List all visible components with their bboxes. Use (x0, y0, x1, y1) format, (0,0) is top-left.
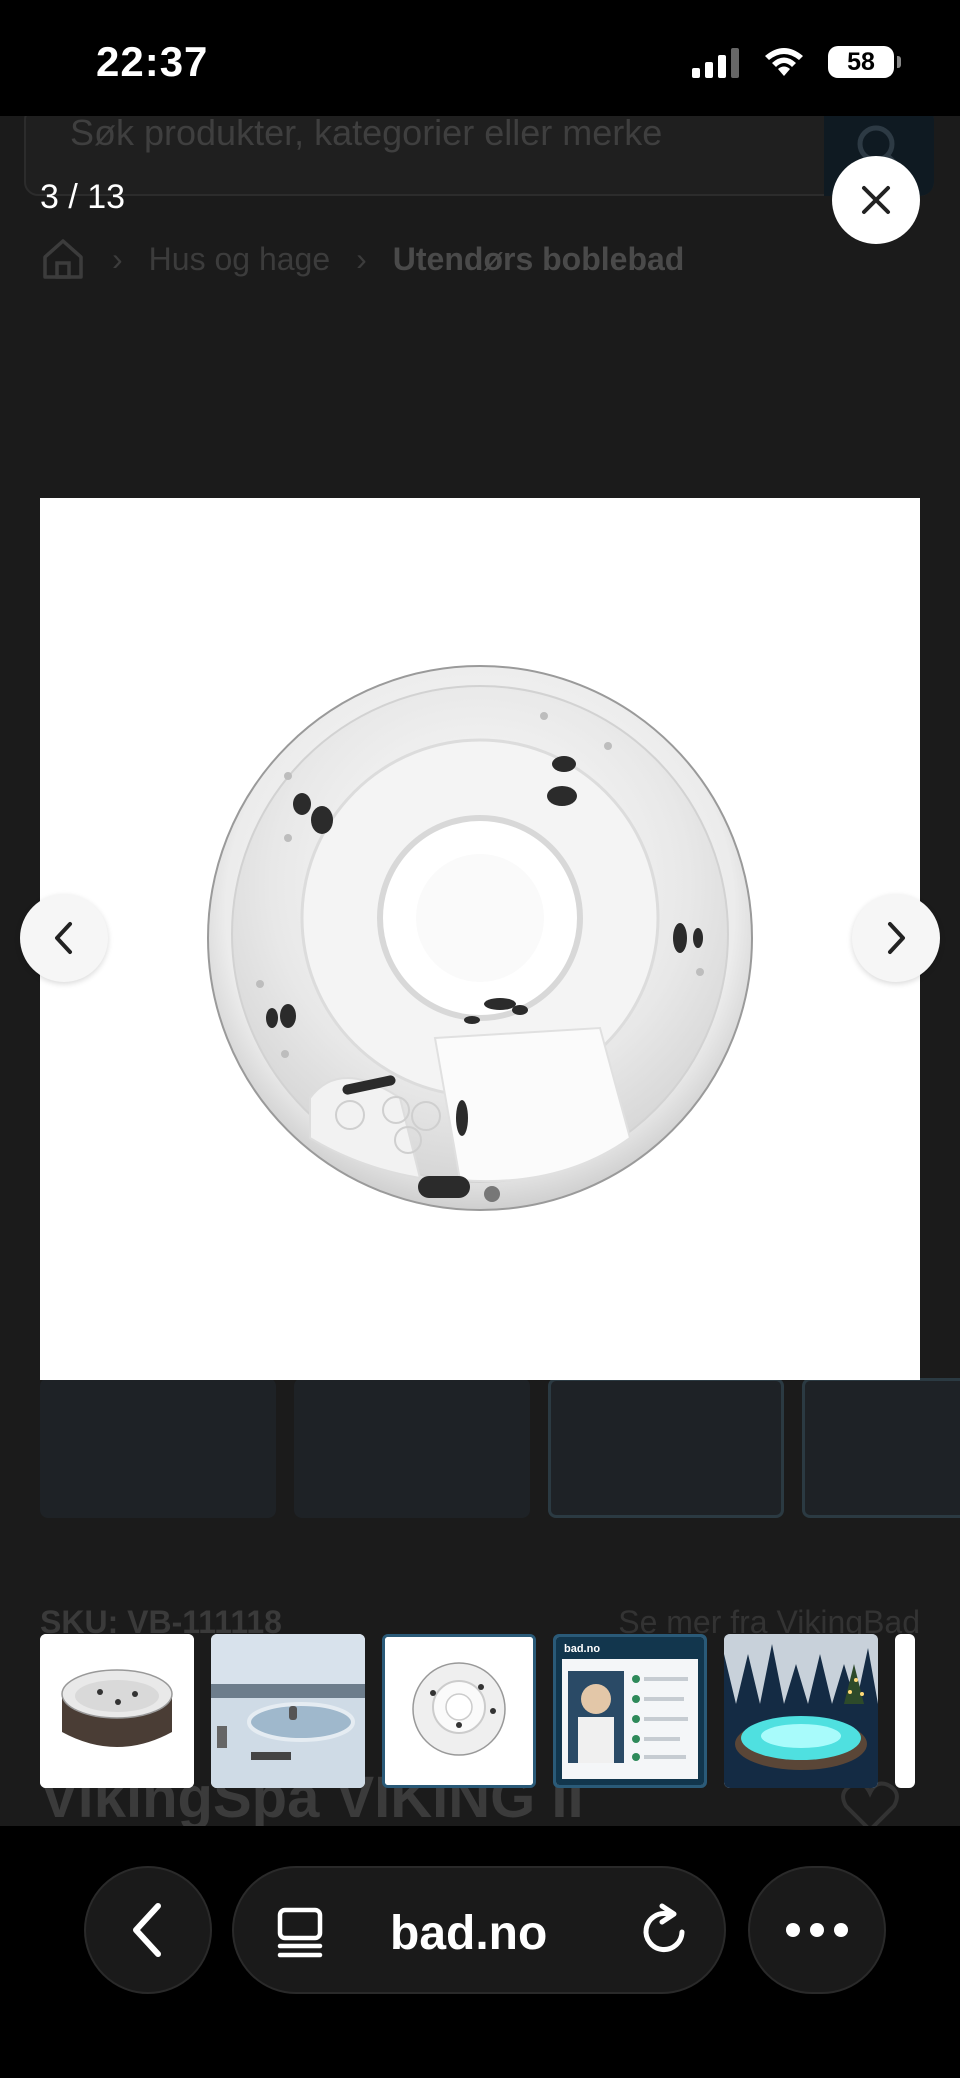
signal-icon (692, 48, 739, 78)
battery-level: 58 (847, 47, 875, 76)
more-dots-icon (786, 1923, 848, 1937)
next-image-button[interactable] (852, 894, 940, 982)
breadcrumb-current: Utendørs boblebad (392, 240, 685, 277)
reload-icon[interactable] (638, 1902, 694, 1962)
thumbnail-hot-tub-winter-lake[interactable] (211, 1634, 365, 1788)
background-thumb (802, 1378, 960, 1518)
hot-tub-winter-image (211, 1634, 365, 1788)
close-icon (862, 186, 890, 214)
search-bar: Søk produkter, kategorier eller merke (24, 116, 934, 196)
close-button[interactable] (832, 156, 920, 244)
background-thumbnails (40, 1378, 960, 1518)
background-thumb (548, 1378, 784, 1518)
hot-tub-cabinet-image (40, 1634, 194, 1788)
status-icons: 58 (692, 46, 901, 78)
bad-no-promo-image: bad.no (556, 1637, 704, 1785)
chevron-right-icon: › (356, 240, 367, 277)
chevron-right-icon (888, 922, 905, 954)
back-button[interactable] (84, 1866, 212, 1994)
thumbnail-hot-tub-brown-cabinet[interactable] (40, 1634, 194, 1788)
thumbnail-hot-tub-shell-top-view[interactable] (382, 1634, 536, 1788)
more-options-button[interactable] (748, 1866, 886, 1994)
thumbnail-hot-tub-lit-night[interactable] (724, 1634, 878, 1788)
hot-tub-top-view-image (207, 665, 753, 1211)
chevron-left-icon (133, 1903, 161, 1957)
reader-mode-icon (277, 1907, 323, 1958)
background-thumb (40, 1378, 276, 1518)
browser-toolbar: bad.no (0, 1826, 960, 2078)
promo-brand: bad.no (564, 1643, 600, 1655)
search-placeholder: Søk produkter, kategorier eller merke (70, 116, 663, 153)
chevron-right-icon: › (112, 240, 123, 277)
breadcrumb: › Hus og hage › Utendørs boblebad (40, 234, 684, 284)
status-bar: 22:37 58 (0, 0, 960, 116)
thumbnail-partial[interactable] (895, 1634, 915, 1788)
thumbnail-bad-no-promo[interactable]: bad.no (553, 1634, 707, 1788)
hot-tub-shell-thumb-image (385, 1637, 533, 1785)
status-time: 22:37 (96, 38, 209, 85)
gallery-main-image[interactable] (40, 498, 920, 1380)
url-text: bad.no (390, 1907, 548, 1960)
background-thumb (294, 1378, 530, 1518)
previous-image-button[interactable] (20, 894, 108, 982)
breadcrumb-parent: Hus og hage (148, 240, 331, 277)
image-counter: 3 / 13 (40, 178, 126, 216)
wifi-icon (765, 48, 803, 76)
hot-tub-night-image (724, 1634, 878, 1788)
thumbnail-strip: bad.no (40, 1634, 920, 1788)
address-bar[interactable]: bad.no (232, 1866, 726, 1994)
battery-icon: 58 (828, 46, 901, 78)
home-icon (43, 239, 83, 279)
chevron-left-icon (55, 922, 72, 954)
